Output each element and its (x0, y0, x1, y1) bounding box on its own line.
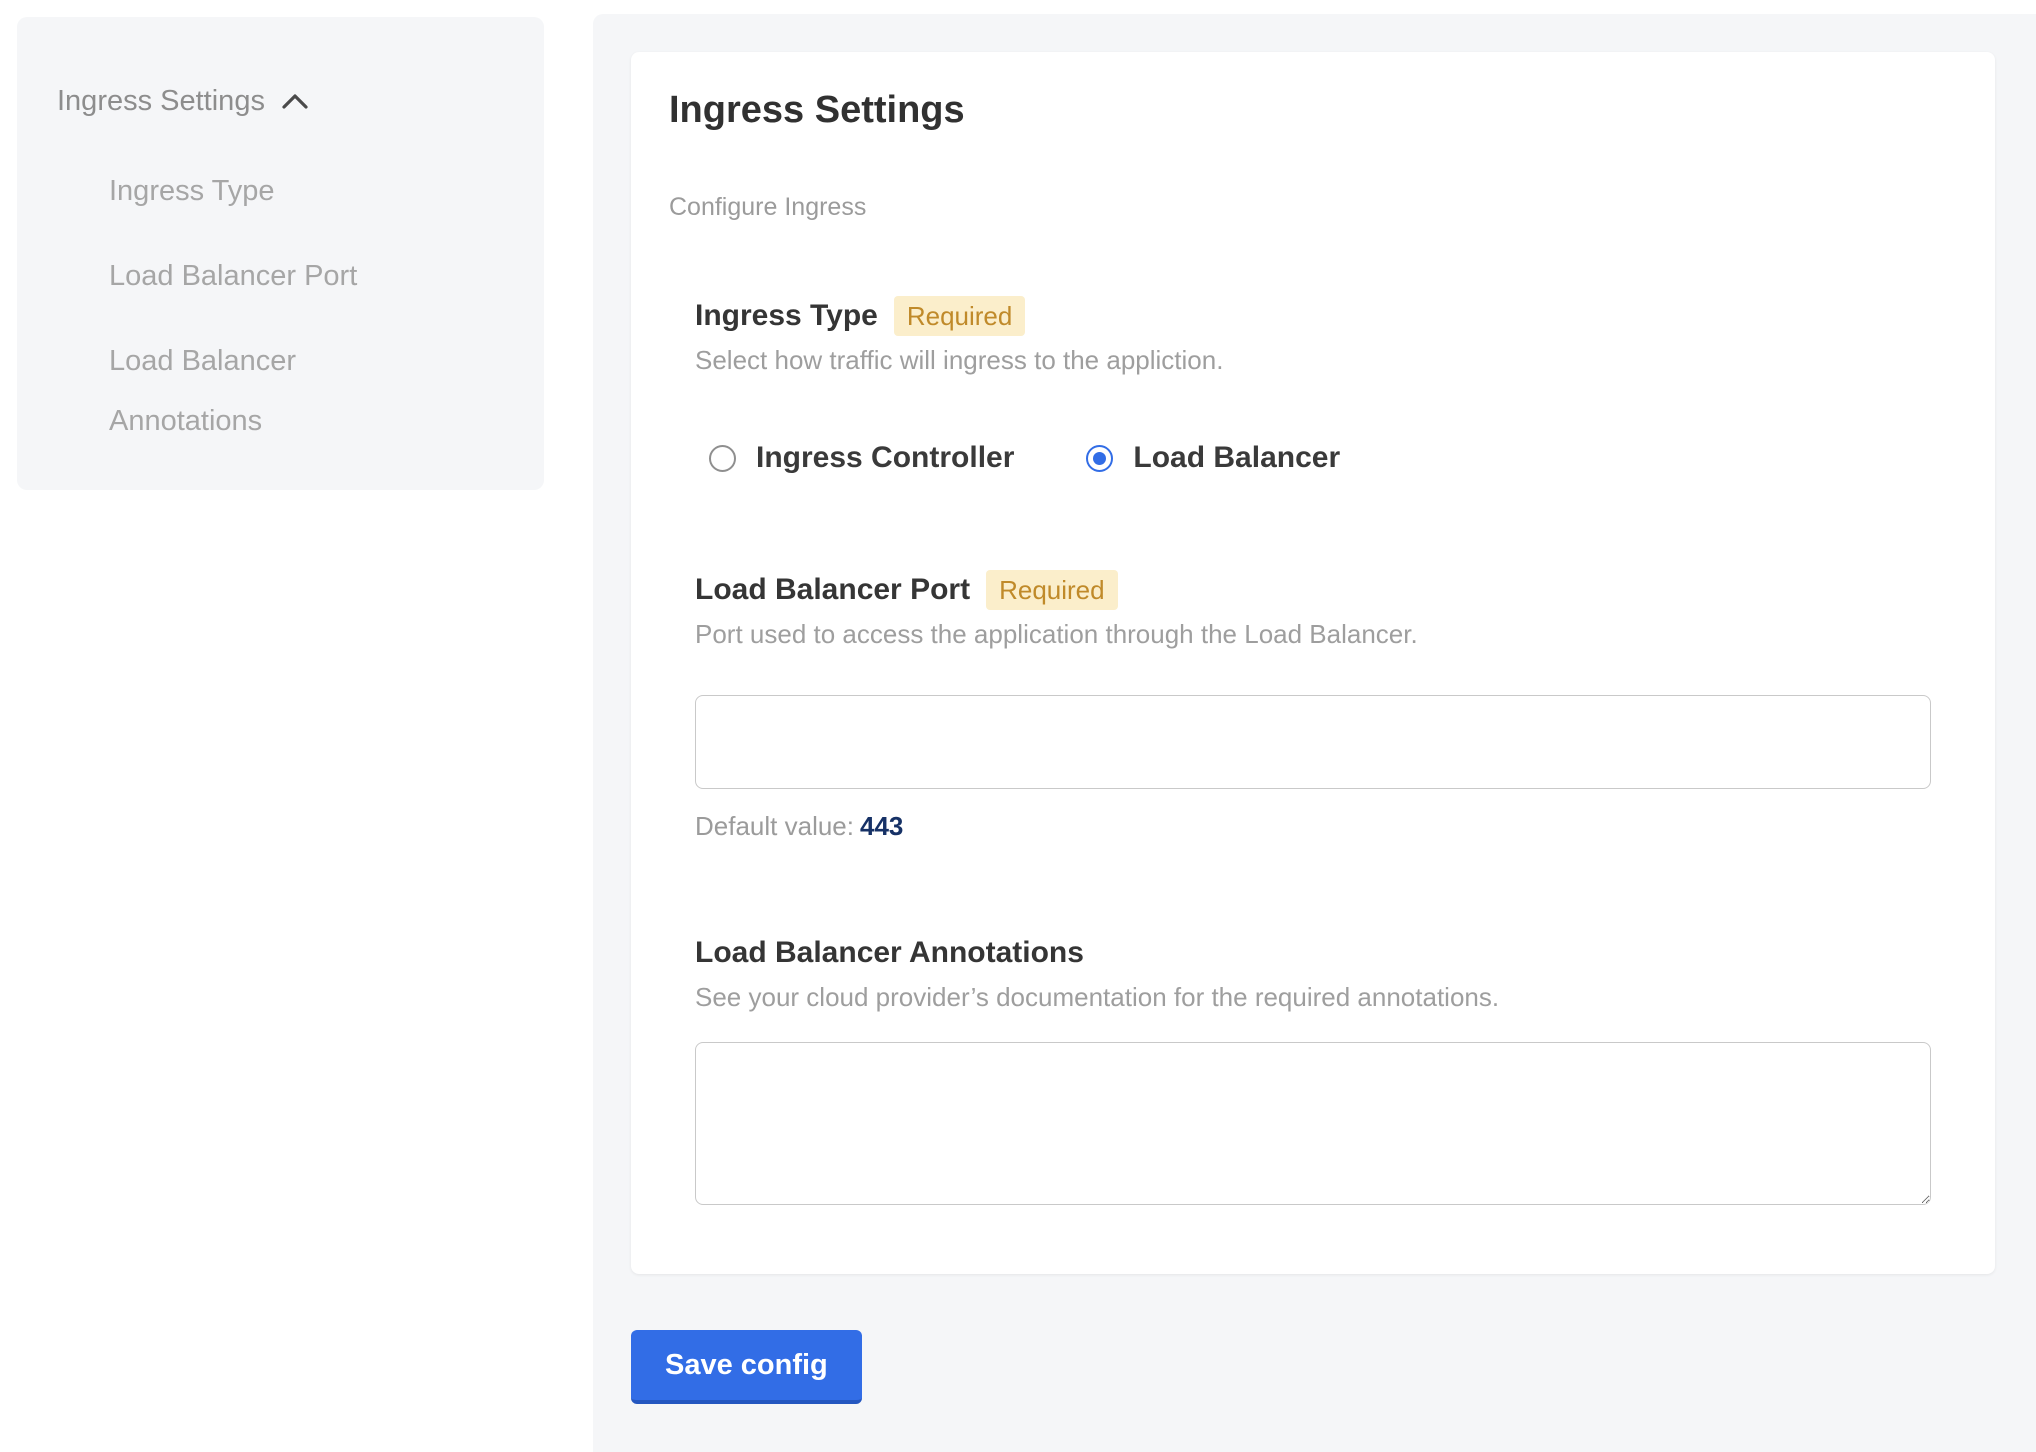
card-subtitle: Configure Ingress (669, 192, 1931, 222)
save-config-button[interactable]: Save config (631, 1330, 862, 1404)
section-title: Load Balancer Annotations (695, 933, 1084, 973)
section-help-text: Select how traffic will ingress to the a… (695, 344, 1931, 376)
section-ingress-type: Ingress Type Required Select how traffic… (695, 296, 1931, 484)
config-page: Ingress Settings Ingress Type Load Balan… (0, 0, 2036, 1452)
sidebar-item-list: Ingress Type Load Balancer Port Load Bal… (109, 161, 516, 451)
ingress-settings-card: Ingress Settings Configure Ingress Ingre… (631, 52, 1995, 1274)
sidebar-group-ingress-settings[interactable]: Ingress Settings (57, 81, 516, 121)
section-title: Load Balancer Port (695, 570, 970, 610)
section-load-balancer-port: Load Balancer Port Required Port used to… (695, 570, 1931, 842)
required-badge: Required (894, 296, 1026, 336)
chevron-up-icon[interactable] (281, 92, 309, 110)
section-heading: Load Balancer Port Required (695, 570, 1931, 610)
radio-button-icon[interactable] (1086, 445, 1113, 472)
sidebar-item-load-balancer-annotations[interactable]: Load Balancer Annotations (109, 331, 439, 451)
radio-dot (1093, 452, 1106, 465)
radio-button-icon[interactable] (709, 445, 736, 472)
section-heading: Load Balancer Annotations (695, 933, 1931, 973)
section-heading: Ingress Type Required (695, 296, 1931, 336)
section-help-text: Port used to access the application thro… (695, 618, 1931, 650)
section-help-text: See your cloud provider’s documentation … (695, 981, 1931, 1013)
sidebar-group-label: Ingress Settings (57, 81, 265, 121)
card-title: Ingress Settings (669, 88, 1931, 132)
sidebar-item-load-balancer-port[interactable]: Load Balancer Port (109, 246, 439, 306)
required-badge: Required (986, 570, 1118, 610)
card-sections: Ingress Type Required Select how traffic… (695, 296, 1931, 1205)
default-value-label: Default value: (695, 811, 854, 841)
radio-option-label[interactable]: Load Balancer (1133, 441, 1340, 475)
load-balancer-port-input[interactable] (695, 695, 1931, 789)
section-load-balancer-annotations: Load Balancer Annotations See your cloud… (695, 933, 1931, 1205)
default-value-line: Default value:443 (695, 810, 1931, 842)
radio-option-load-balancer[interactable]: Load Balancer (1086, 441, 1340, 475)
config-sidebar: Ingress Settings Ingress Type Load Balan… (17, 17, 544, 490)
sidebar-item-ingress-type[interactable]: Ingress Type (109, 161, 439, 221)
default-value: 443 (860, 811, 903, 841)
radio-option-label[interactable]: Ingress Controller (756, 441, 1014, 475)
section-title: Ingress Type (695, 296, 878, 336)
config-main-panel: Ingress Settings Configure Ingress Ingre… (593, 14, 2036, 1452)
radio-option-ingress-controller[interactable]: Ingress Controller (709, 441, 1014, 475)
ingress-type-radio-group: Ingress Controller Load Balancer (709, 432, 1931, 484)
load-balancer-annotations-textarea[interactable] (695, 1042, 1931, 1205)
